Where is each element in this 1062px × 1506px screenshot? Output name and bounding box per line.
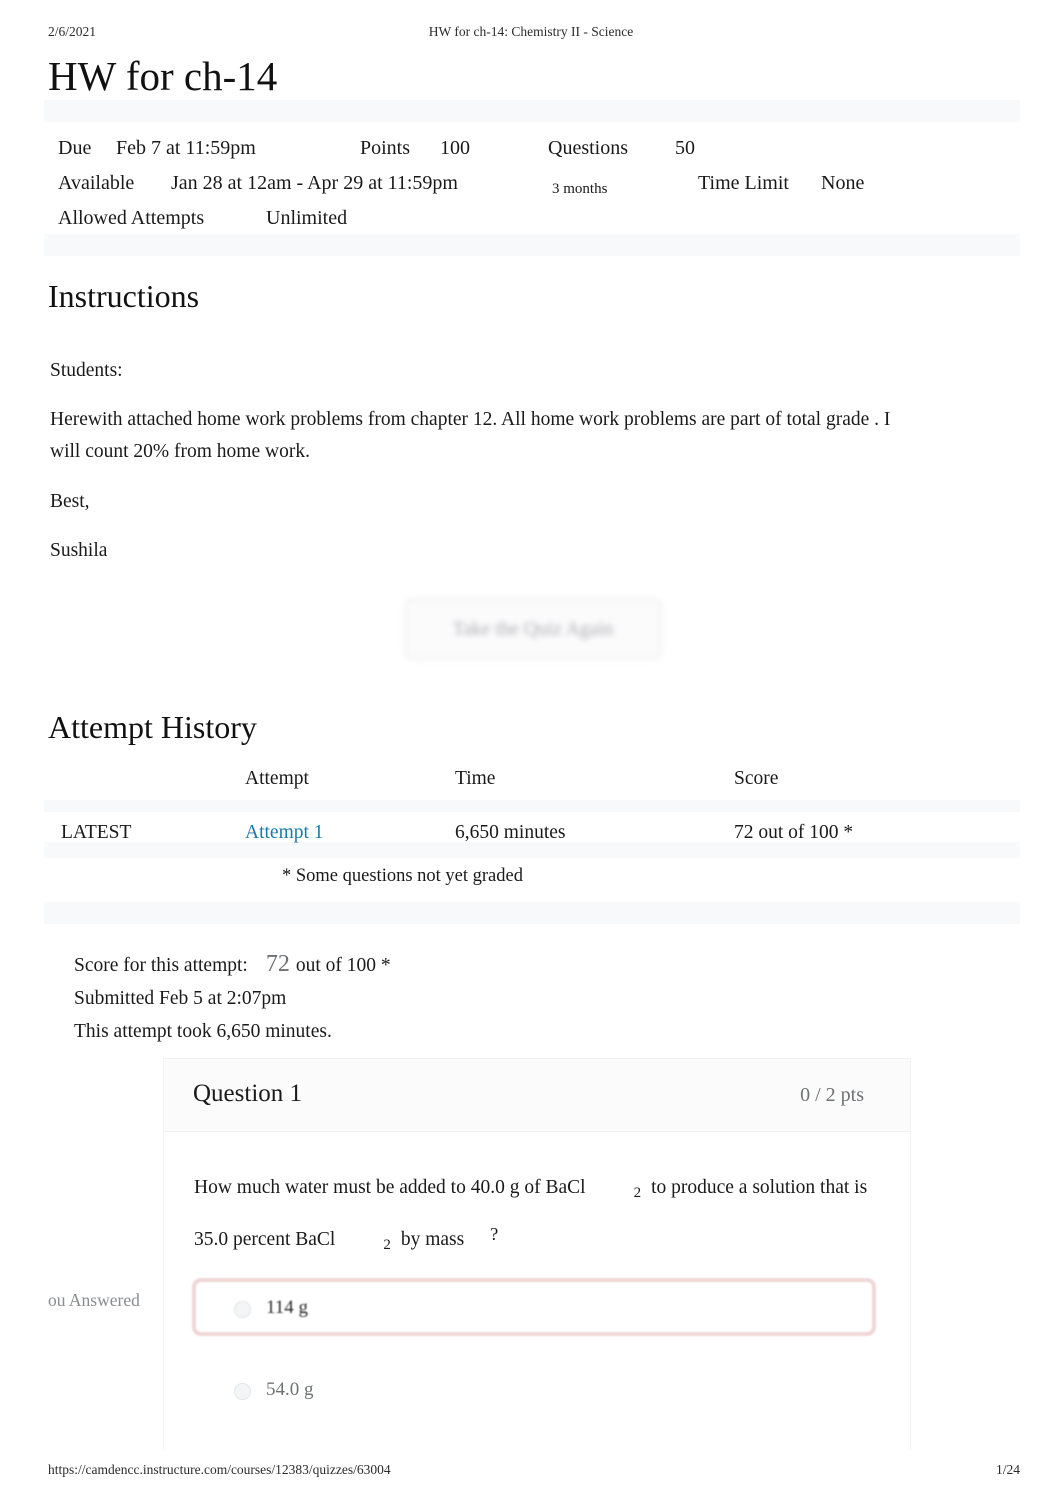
attempt-history-heading: Attempt History [48, 709, 257, 745]
score-value: 72 [265, 951, 290, 977]
print-footer: https://camdencc.instructure.com/courses… [0, 1462, 1062, 1480]
take-quiz-again-button-wrapper[interactable]: Take the Quiz Again [404, 598, 662, 660]
due-label: Due [58, 137, 92, 159]
time-limit-label: Time Limit [698, 172, 789, 194]
points-label: Points [360, 137, 411, 159]
allowed-attempts-label: Allowed Attempts [58, 207, 205, 229]
question-subscript-1: 2 [633, 1185, 642, 1201]
attempt-time-value: 6,650 minutes [455, 822, 566, 843]
radio-button-icon[interactable] [234, 1301, 251, 1318]
answer-option-label: 54.0 g [266, 1379, 314, 1400]
attempt-history-footnote: * Some questions not yet graded [282, 866, 523, 886]
answer-option-label: 114 g [266, 1297, 309, 1318]
instructions-body: Students: Herewith attached home work pr… [50, 355, 910, 585]
attempt-1-link[interactable]: Attempt 1 [245, 822, 324, 844]
score-for-attempt-label: Score for this attempt: [74, 955, 248, 976]
question-text-part-3: by mass [400, 1229, 465, 1250]
instructions-paragraph: Herewith attached home work problems fro… [50, 409, 891, 462]
print-header: 2/6/2021 HW for ch-14: Chemistry II - Sc… [0, 24, 1062, 42]
points-value: 100 [440, 137, 470, 159]
print-page-number: 1/24 [995, 1462, 1020, 1477]
instructions-signature: Sushila [50, 540, 108, 561]
quiz-meta-row-2: Available Jan 28 at 12am - Apr 29 at 11:… [58, 166, 1018, 201]
question-subscript-2: 2 [383, 1237, 391, 1253]
attempt-score-line: Score for this attempt: 72 out of 100 * [74, 948, 391, 982]
quiz-meta-table: Due Feb 7 at 11:59pm Points 100 Question… [58, 131, 1018, 236]
allowed-attempts-value: Unlimited [266, 207, 348, 229]
question-title: Question 1 [193, 1080, 303, 1107]
attempt-history-table: Attempt Time Score LATEST Attempt 1 6,65… [48, 768, 1020, 864]
question-header: Question 1 0 / 2 pts [164, 1059, 910, 1132]
question-text-part-4: ? [490, 1224, 499, 1244]
quiz-meta-row-3: Allowed Attempts Unlimited [58, 201, 1018, 236]
attempt-summary: Score for this attempt: 72 out of 100 * Su… [74, 948, 391, 1048]
score-suffix: out of 100 * [295, 955, 391, 976]
column-header-attempt: Attempt [245, 768, 309, 789]
attempt-score-value: 72 out of 100 * [734, 822, 854, 843]
divider-band-top [44, 100, 1020, 122]
answer-option[interactable]: 54.0 g [192, 1360, 876, 1418]
question-text: How much water must be added to 40.0 g o… [194, 1167, 884, 1266]
instructions-heading: Instructions [48, 278, 200, 314]
divider-band-summary [44, 902, 1020, 924]
attempt-duration-line: This attempt took 6,650 minutes. [74, 1021, 332, 1042]
due-value: Feb 7 at 11:59pm [116, 137, 256, 159]
radio-button-icon[interactable] [234, 1383, 251, 1400]
questions-value: 50 [675, 137, 695, 159]
table-row: LATEST Attempt 1 6,650 minutes 72 out of… [48, 812, 1020, 864]
instructions-salutation: Students: [50, 360, 123, 381]
answer-option-selected[interactable]: 114 g [192, 1278, 876, 1336]
column-header-time: Time [455, 768, 496, 789]
divider-band-meta-bottom [44, 234, 1020, 256]
quiz-meta-row-1: Due Feb 7 at 11:59pm Points 100 Question… [58, 131, 1018, 166]
time-limit-value: None [821, 172, 865, 194]
table-header-row: Attempt Time Score [48, 768, 1020, 812]
attempt-latest-marker: LATEST [61, 822, 132, 843]
print-source-url: https://camdencc.instructure.com/courses… [48, 1462, 391, 1477]
question-text-part-1: How much water must be added to 40.0 g o… [194, 1177, 586, 1198]
page-title: HW for ch-14 [48, 53, 278, 99]
column-header-score: Score [734, 768, 779, 789]
questions-label: Questions [548, 137, 628, 159]
question-points: 0 / 2 pts [800, 1084, 864, 1106]
available-value: Jan 28 at 12am - Apr 29 at 11:59pm [171, 172, 458, 194]
instructions-closing: Best, [50, 491, 90, 512]
submitted-line: Submitted Feb 5 at 2:07pm [74, 988, 287, 1009]
take-quiz-again-button[interactable]: Take the Quiz Again [404, 598, 662, 660]
you-answered-label: ou Answered [48, 1290, 140, 1310]
print-document-title: HW for ch-14: Chemistry II - Science [428, 24, 634, 39]
available-label: Available [58, 172, 135, 194]
